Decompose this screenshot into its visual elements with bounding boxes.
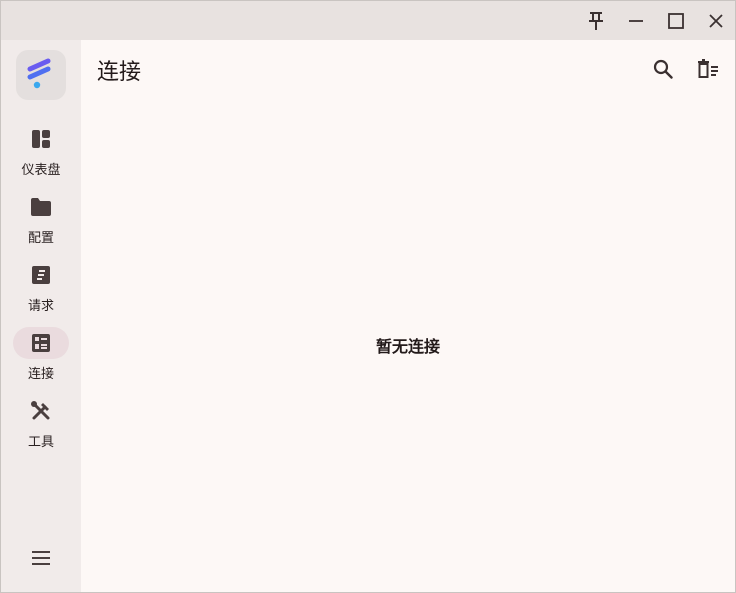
main-content: 连接 暂无连接 [81,40,735,592]
connections-icon-wrap [13,327,69,359]
title-bar[interactable] [1,1,735,40]
sidebar-item-tools[interactable]: 工具 [1,395,81,457]
hamburger-menu-icon [31,550,51,566]
sidebar-item-config[interactable]: 配置 [1,191,81,253]
sidebar-nav: 仪表盘 配置 请求 连接 工具 [1,40,81,592]
page-title: 连接 [97,60,142,85]
app-window: 仪表盘 配置 请求 连接 工具 连接 暂无连接 [0,0,736,593]
pin-icon [586,11,606,31]
sidebar-item-dashboard[interactable]: 仪表盘 [1,123,81,185]
menu-button[interactable] [26,543,56,573]
clear-all-button[interactable] [692,53,724,85]
sidebar-item-label: 配置 [27,231,54,246]
app-logo-icon [26,58,56,92]
sidebar-item-label: 连接 [27,367,54,382]
empty-state-message: 暂无连接 [375,337,440,356]
maximize-button[interactable] [660,5,692,37]
dashboard-icon [31,129,51,149]
search-icon [653,59,673,79]
app-logo[interactable] [16,50,66,100]
close-icon [707,12,725,30]
minimize-icon [627,12,645,30]
search-button[interactable] [647,53,679,85]
minimize-button[interactable] [620,5,652,37]
tools-icon-wrap [13,395,69,427]
maximize-icon [667,12,685,30]
tools-icon [30,400,52,422]
request-icon-wrap [13,259,69,291]
sidebar-item-connections[interactable]: 连接 [1,327,81,389]
dashboard-icon-wrap [13,123,69,155]
sidebar-item-requests[interactable]: 请求 [1,259,81,321]
connections-icon [31,333,51,353]
sidebar-item-label: 工具 [27,435,54,450]
sidebar-item-label: 仪表盘 [21,163,61,178]
close-button[interactable] [700,5,732,37]
sidebar-item-label: 请求 [27,299,54,314]
clear-all-icon [697,59,719,79]
pin-button[interactable] [580,5,612,37]
request-icon [31,265,51,285]
folder-icon-wrap [13,191,69,223]
folder-icon [30,197,52,217]
